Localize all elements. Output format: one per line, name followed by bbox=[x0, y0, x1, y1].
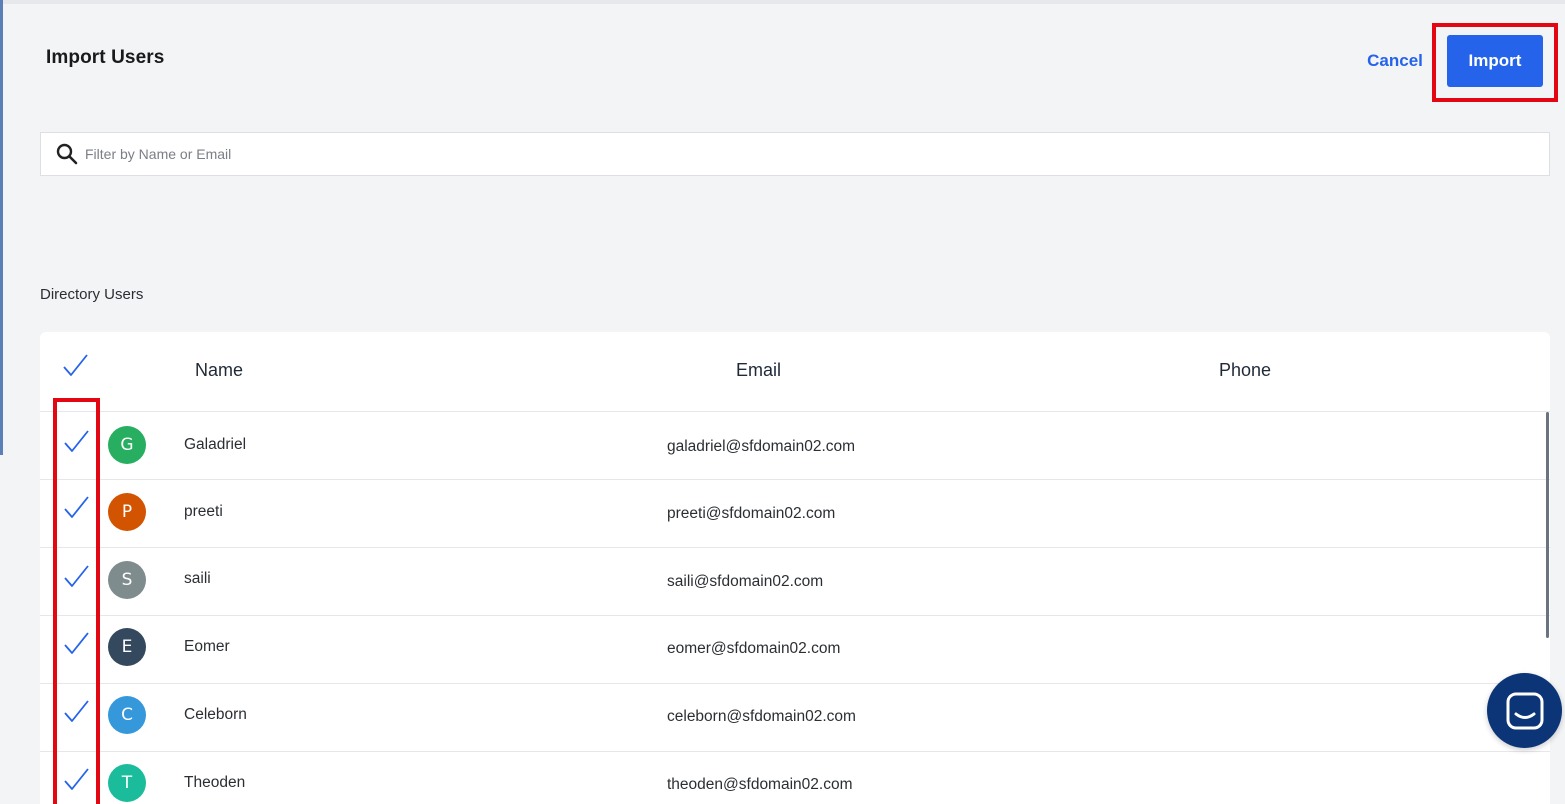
chat-icon bbox=[1506, 692, 1543, 729]
user-email: saili@sfdomain02.com bbox=[667, 573, 824, 590]
page-title: Import Users bbox=[46, 47, 165, 68]
table-row[interactable]: E Eomer eomer@sfdomain02.com bbox=[40, 616, 1550, 684]
import-button[interactable]: Import bbox=[1447, 35, 1543, 87]
column-header-name[interactable]: Name bbox=[195, 360, 243, 381]
table-row[interactable]: T Theoden theoden@sfdomain02.com bbox=[40, 752, 1550, 804]
window-top-edge bbox=[0, 0, 1565, 4]
user-name: Celeborn bbox=[184, 706, 247, 723]
column-header-phone[interactable]: Phone bbox=[1219, 360, 1271, 381]
window-left-edge bbox=[0, 0, 3, 455]
search-bar bbox=[40, 132, 1550, 176]
avatar: G bbox=[108, 426, 146, 464]
select-all-checkbox[interactable] bbox=[60, 352, 90, 382]
avatar: T bbox=[108, 764, 146, 802]
user-name: Galadriel bbox=[184, 436, 247, 453]
avatar: E bbox=[108, 628, 146, 666]
user-name: preeti bbox=[184, 503, 223, 520]
avatar: C bbox=[108, 696, 146, 734]
section-label: Directory Users bbox=[40, 286, 144, 303]
user-name: saili bbox=[184, 570, 211, 587]
user-email: theoden@sfdomain02.com bbox=[667, 776, 853, 793]
avatar: S bbox=[108, 561, 146, 599]
user-name: Eomer bbox=[184, 638, 230, 655]
user-email: preeti@sfdomain02.com bbox=[667, 505, 836, 522]
table-row[interactable]: C Celeborn celeborn@sfdomain02.com bbox=[40, 684, 1550, 752]
table-row[interactable]: G Galadriel galadriel@sfdomain02.com bbox=[40, 412, 1550, 480]
user-email: celeborn@sfdomain02.com bbox=[667, 708, 856, 725]
cancel-button[interactable]: Cancel bbox=[1362, 48, 1428, 74]
table-header: Name Email Phone bbox=[40, 332, 1550, 412]
avatar: P bbox=[108, 493, 146, 531]
users-table: Name Email Phone G Galadriel galadriel@s… bbox=[40, 332, 1550, 804]
column-header-email[interactable]: Email bbox=[736, 360, 781, 381]
chat-launcher-button[interactable] bbox=[1487, 673, 1562, 748]
user-name: Theoden bbox=[184, 774, 246, 791]
table-row[interactable]: P preeti preeti@sfdomain02.com bbox=[40, 480, 1550, 548]
search-icon bbox=[54, 141, 80, 167]
table-scrollbar[interactable] bbox=[1546, 412, 1549, 638]
search-input[interactable] bbox=[85, 146, 1549, 162]
user-email: galadriel@sfdomain02.com bbox=[667, 438, 856, 455]
user-email: eomer@sfdomain02.com bbox=[667, 640, 841, 657]
table-body: G Galadriel galadriel@sfdomain02.com P p… bbox=[40, 412, 1550, 804]
checkmark-icon bbox=[63, 354, 88, 376]
checkbox-column-highlight bbox=[53, 398, 100, 804]
table-row[interactable]: S saili saili@sfdomain02.com bbox=[40, 548, 1550, 616]
